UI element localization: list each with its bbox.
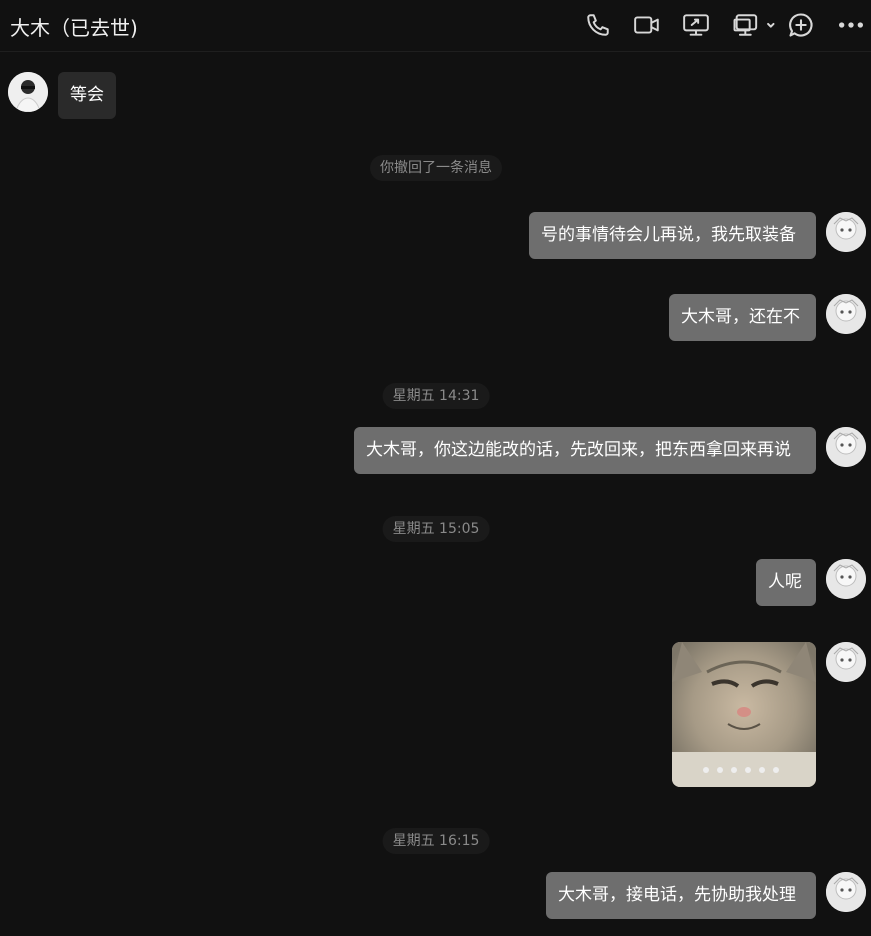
time-divider: 星期五 14:31 [382, 383, 490, 409]
chat-header: 大木（已去世) [0, 0, 871, 52]
more-icon[interactable] [837, 11, 865, 39]
my-avatar[interactable] [826, 212, 866, 252]
my-avatar[interactable] [826, 559, 866, 599]
message-bubble[interactable]: 人呢 [756, 559, 816, 606]
peer-avatar[interactable] [8, 72, 48, 112]
time-divider: 星期五 16:15 [382, 828, 490, 854]
message-bubble[interactable]: 号的事情待会儿再说，我先取装备 [529, 212, 816, 259]
cat-sticker-image[interactable] [672, 642, 816, 787]
my-avatar[interactable] [826, 294, 866, 334]
message-bubble[interactable]: 大木哥，还在不 [669, 294, 816, 341]
remote-assist-icon[interactable] [732, 11, 776, 39]
message-bubble[interactable]: 大木哥，接电话，先协助我处理 [546, 872, 816, 919]
screen-share-icon[interactable] [682, 11, 710, 39]
system-notice: 你撤回了一条消息 [370, 155, 502, 181]
my-avatar[interactable] [826, 642, 866, 682]
add-member-icon[interactable] [787, 11, 815, 39]
message-bubble[interactable]: 大木哥，你这边能改的话，先改回来，把东西拿回来再说 [354, 427, 816, 474]
message-bubble[interactable]: 等会 [58, 72, 116, 119]
video-call-icon[interactable] [633, 11, 661, 39]
my-avatar[interactable] [826, 427, 866, 467]
chat-title: 大木（已去世) [10, 16, 138, 40]
my-avatar[interactable] [826, 872, 866, 912]
time-divider: 星期五 15:05 [382, 516, 490, 542]
phone-icon[interactable] [584, 11, 612, 39]
